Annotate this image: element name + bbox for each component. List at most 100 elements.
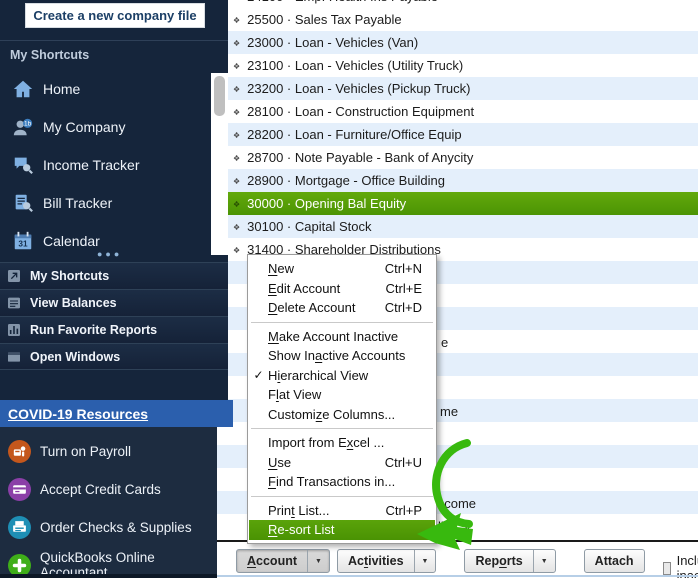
my-company-icon: 1b	[12, 116, 34, 138]
account-row-fragment[interactable]: me	[440, 403, 458, 420]
menu-item-print-list[interactable]: Print List... Ctrl+P	[249, 501, 435, 521]
account-row[interactable]: ❖ 24100 · Emp. Health Ins Payable	[210, 0, 698, 8]
promo-item-order-checks-supplies[interactable]: Order Checks & Supplies	[0, 508, 217, 546]
create-company-file-button[interactable]: Create a new company file	[25, 3, 205, 28]
diamond-icon: ❖	[233, 177, 241, 186]
menu-item-label: Show Inactive Accounts	[268, 348, 406, 364]
promo-item-turn-on-payroll[interactable]: Turn on Payroll	[0, 432, 217, 470]
sidebar-item-bill-tracker[interactable]: Bill Tracker	[0, 184, 208, 222]
shortcuts-header: My Shortcuts	[10, 48, 90, 62]
toolbar-button-label: Attach	[594, 554, 634, 568]
promo-item-label: Accept Credit Cards	[40, 481, 161, 497]
account-row-fragment[interactable]: li	[438, 518, 444, 535]
activities-button[interactable]: Activities ▼	[336, 549, 437, 573]
menu-item-customize-columns[interactable]: Customize Columns...	[249, 405, 435, 425]
account-row-label: 30100 · Capital Stock	[247, 219, 372, 234]
chevron-down-icon[interactable]: ▼	[307, 550, 329, 572]
account-row[interactable]: ❖ 28100 · Loan - Construction Equipment	[210, 100, 698, 123]
covid-resources-link[interactable]: COVID-19 Resources	[8, 406, 148, 422]
reports-button[interactable]: Reports ▼	[464, 549, 556, 573]
account-row[interactable]: ❖ 23100 · Loan - Vehicles (Utility Truck)	[210, 54, 698, 77]
menu-item-shortcut: Ctrl+U	[384, 454, 422, 470]
account-row-label: 28100 · Loan - Construction Equipment	[247, 104, 475, 119]
sidebar-item-my-company[interactable]: 1b My Company	[0, 108, 208, 146]
diamond-icon: ❖	[233, 154, 241, 163]
chevron-down-icon[interactable]: ▼	[532, 550, 555, 572]
sidebar-section-view-balances[interactable]: View Balances	[0, 289, 228, 316]
window-bottom-accent-line	[210, 575, 698, 577]
account-row[interactable]: ❖ 28700 · Note Payable - Bank of Anycity	[210, 146, 698, 169]
sidebar-scrollbar[interactable]	[211, 73, 228, 255]
scrollbar-thumb[interactable]	[214, 76, 225, 116]
menu-item-label: Edit Account	[268, 280, 341, 296]
account-row-label: 28900 · Mortgage - Office Building	[247, 173, 445, 188]
account-row[interactable]: ❖ 25500 · Sales Tax Payable	[210, 8, 698, 31]
sidebar-section-label: Run Favorite Reports	[30, 323, 158, 337]
diamond-icon: ❖	[233, 16, 241, 25]
menu-item-label: Import from Excel ...	[268, 435, 385, 451]
diamond-icon: ❖	[233, 246, 241, 255]
svg-text:1b: 1b	[24, 121, 32, 128]
payroll-icon	[8, 439, 31, 463]
menu-item-use[interactable]: Use Ctrl+U	[249, 453, 435, 473]
menu-item-show-inactive-accounts[interactable]: Show Inactive Accounts	[249, 346, 435, 366]
menu-item-label: Make Account Inactive	[268, 328, 399, 344]
menu-item-label: Print List...	[268, 502, 330, 518]
diamond-icon: ❖	[233, 0, 240, 2]
menu-item-hierarchical-view[interactable]: ✓ Hierarchical View	[249, 366, 435, 386]
sidebar-item-income-tracker[interactable]: Income Tracker	[0, 146, 208, 184]
chevron-down-icon[interactable]: ▼	[413, 550, 436, 572]
diamond-icon: ❖	[233, 39, 241, 48]
account-button[interactable]: Account ▼	[236, 549, 330, 573]
promo-item-accept-credit-cards[interactable]: Accept Credit Cards	[0, 470, 217, 508]
menu-item-import-from-excel[interactable]: Import from Excel ...	[249, 433, 435, 453]
sidebar-item-home[interactable]: Home	[0, 70, 208, 108]
toolbar-button-label: Activities	[347, 554, 404, 568]
account-row[interactable]: ❖ 28900 · Mortgage - Office Building	[210, 169, 698, 192]
account-row-selected[interactable]: ❖ 30000 · Opening Bal Equity	[210, 192, 698, 215]
account-row-fragment[interactable]: ncome	[437, 495, 476, 512]
menu-item-flat-view[interactable]: Flat View	[249, 385, 435, 405]
account-row[interactable]: ❖ 23200 · Loan - Vehicles (Pickup Truck)	[210, 77, 698, 100]
sidebar-section-run-favorite-reports[interactable]: Run Favorite Reports	[0, 316, 228, 343]
account-row[interactable]: ❖ 28200 · Loan - Furniture/Office Equip	[210, 123, 698, 146]
menu-item-new[interactable]: New Ctrl+N	[249, 259, 435, 279]
diamond-icon: ❖	[233, 131, 241, 140]
sidebar-section-label: View Balances	[30, 296, 117, 310]
include-inactive-checkbox[interactable]	[662, 561, 671, 575]
income-tracker-icon	[12, 154, 34, 176]
menu-item-re-sort-list[interactable]: Re-sort List	[249, 520, 435, 540]
credit-cards-icon	[8, 477, 31, 501]
attach-button[interactable]: Attach	[583, 549, 645, 573]
left-icon-bar: Create a new company file My Shortcuts H…	[0, 0, 228, 400]
account-row-label: 23000 · Loan - Vehicles (Van)	[247, 35, 419, 50]
menu-item-delete-account[interactable]: Delete Account Ctrl+D	[249, 298, 435, 318]
menu-item-make-account-inactive[interactable]: Make Account Inactive	[249, 327, 435, 347]
promo-item-label: Turn on Payroll	[40, 443, 132, 459]
view-balances-icon	[6, 295, 22, 311]
panel-resize-handle-icon[interactable]: ●●●	[97, 249, 122, 259]
diamond-icon: ❖	[233, 223, 241, 232]
menu-item-edit-account[interactable]: Edit Account Ctrl+E	[249, 279, 435, 299]
open-windows-icon	[6, 349, 22, 365]
account-row-label: 24100 · Emp. Health Ins Payable	[247, 0, 438, 4]
shortcut-list: Home 1b My Company Income Tracker Bill Track…	[0, 70, 208, 260]
sidebar-section-my-shortcuts[interactable]: My Shortcuts	[0, 262, 228, 289]
quickbooks-chart-of-accounts-window: ❖ 24100 · Emp. Health Ins Payable ❖ 25500 ·…	[0, 0, 698, 578]
sidebar-divider	[0, 40, 228, 41]
diamond-icon: ❖	[233, 62, 241, 71]
svg-text:31: 31	[18, 240, 28, 249]
promo-list: Turn on Payroll Accept Credit Cards Order …	[0, 432, 217, 578]
sidebar-section-label: My Shortcuts	[30, 269, 110, 283]
promo-item-quickbooks-online-accountant[interactable]: QuickBooks Online Accountant	[0, 546, 217, 578]
sidebar-item-label: Calendar	[43, 233, 100, 249]
account-row[interactable]: ❖ 30100 · Capital Stock	[210, 215, 698, 238]
sidebar-section-open-windows[interactable]: Open Windows	[0, 343, 228, 370]
account-row-fragment[interactable]: y	[464, 518, 471, 535]
menu-item-find-transactions-in[interactable]: Find Transactions in...	[249, 472, 435, 492]
promo-item-label: QuickBooks Online Accountant	[40, 550, 155, 578]
account-row-fragment[interactable]: e	[441, 334, 448, 351]
account-row[interactable]: ❖ 23000 · Loan - Vehicles (Van)	[210, 31, 698, 54]
menu-item-label: New	[268, 261, 295, 277]
diamond-icon: ❖	[233, 108, 241, 117]
